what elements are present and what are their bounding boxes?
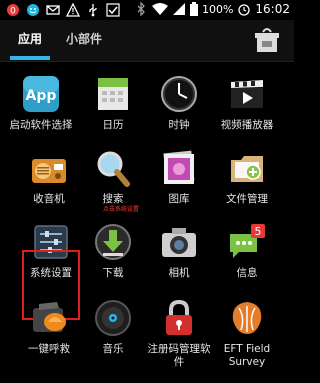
messaging-icon: 5 — [230, 224, 265, 258]
app-clock[interactable]: 时钟 — [144, 74, 214, 132]
store-icon[interactable] — [252, 26, 282, 54]
tab-apps-indicator — [10, 56, 50, 60]
app-label: 文件管理 — [226, 193, 268, 205]
camera-icon — [162, 228, 196, 257]
annotation-text: 点击系统设置 — [102, 206, 139, 213]
file-manager-icon — [231, 156, 263, 182]
alarm-icon — [238, 4, 251, 16]
svg-text:App: App — [26, 88, 57, 104]
app-camera[interactable]: 相机 — [144, 222, 214, 280]
usb-icon — [89, 4, 97, 17]
app-label: 注册码管理软件 — [147, 343, 211, 368]
tab-widgets[interactable]: 小部件 — [66, 20, 102, 62]
app-radio[interactable]: 收音机 — [14, 148, 84, 206]
check-icon — [106, 3, 120, 17]
clock-icon — [161, 76, 197, 112]
clock-time: 16:02 — [255, 2, 290, 16]
status-bar: 0 100% 16:02 — [0, 0, 294, 20]
app-grid: App 启动软件选择 日历 时钟 视频播放器 收音机 搜索 图库 文件管理 点击… — [0, 62, 294, 383]
tab-bar: 应用 小部件 — [0, 20, 294, 62]
app-eft-field-survey[interactable]: EFT Field Survey — [212, 298, 282, 369]
svg-text:0: 0 — [10, 7, 16, 17]
app-label: 相机 — [168, 267, 190, 279]
app-label: 日历 — [102, 119, 124, 131]
app-label: EFT Field Survey — [223, 343, 271, 368]
wifi-icon — [151, 3, 168, 15]
calendar-icon — [98, 78, 128, 110]
search-icon — [97, 151, 130, 187]
message-badge: 5 — [255, 225, 262, 238]
app-label: 视频播放器 — [220, 119, 274, 131]
app-label: 信息 — [236, 267, 258, 279]
app-video-player[interactable]: 视频播放器 — [212, 74, 282, 132]
download-icon — [95, 224, 131, 260]
app-file-manager[interactable]: 文件管理 — [212, 148, 282, 206]
app-label: 时钟 — [168, 119, 190, 131]
radio-icon — [32, 159, 66, 183]
mail-icon — [46, 5, 60, 15]
app-sos-call[interactable]: 一键呼救 — [14, 298, 84, 356]
music-icon — [95, 300, 131, 336]
app-label: 收音机 — [33, 193, 65, 205]
app-music[interactable]: 音乐 — [78, 298, 148, 356]
app-launcher-select[interactable]: App 启动软件选择 — [6, 74, 76, 132]
eft-survey-icon — [232, 302, 262, 334]
registration-lock-icon — [166, 299, 192, 335]
app-registration-manager[interactable]: 注册码管理软件 — [144, 298, 214, 369]
app-label: 一键呼救 — [28, 343, 70, 355]
app-search[interactable]: 搜索 — [78, 148, 148, 206]
app-label: 下载 — [102, 267, 124, 279]
app-gallery[interactable]: 图库 — [144, 148, 214, 206]
app-download[interactable]: 下载 — [78, 222, 148, 280]
app-label: 音乐 — [102, 343, 124, 355]
bluetooth-icon — [137, 2, 145, 16]
signal-zero-icon: 0 — [7, 4, 19, 17]
sos-call-icon — [33, 302, 66, 332]
app-launcher-icon: App — [23, 76, 59, 112]
app-calendar[interactable]: 日历 — [78, 74, 148, 132]
battery-percent: 100% — [201, 2, 234, 16]
gallery-icon — [163, 150, 195, 184]
app-messaging[interactable]: 5 信息 — [212, 222, 282, 280]
signal-icon — [172, 3, 185, 15]
app-label: 启动软件选择 — [9, 119, 73, 131]
battery-icon — [189, 2, 198, 16]
video-player-icon — [231, 80, 263, 108]
warning-icon — [66, 3, 80, 17]
smiley-icon — [27, 4, 39, 16]
